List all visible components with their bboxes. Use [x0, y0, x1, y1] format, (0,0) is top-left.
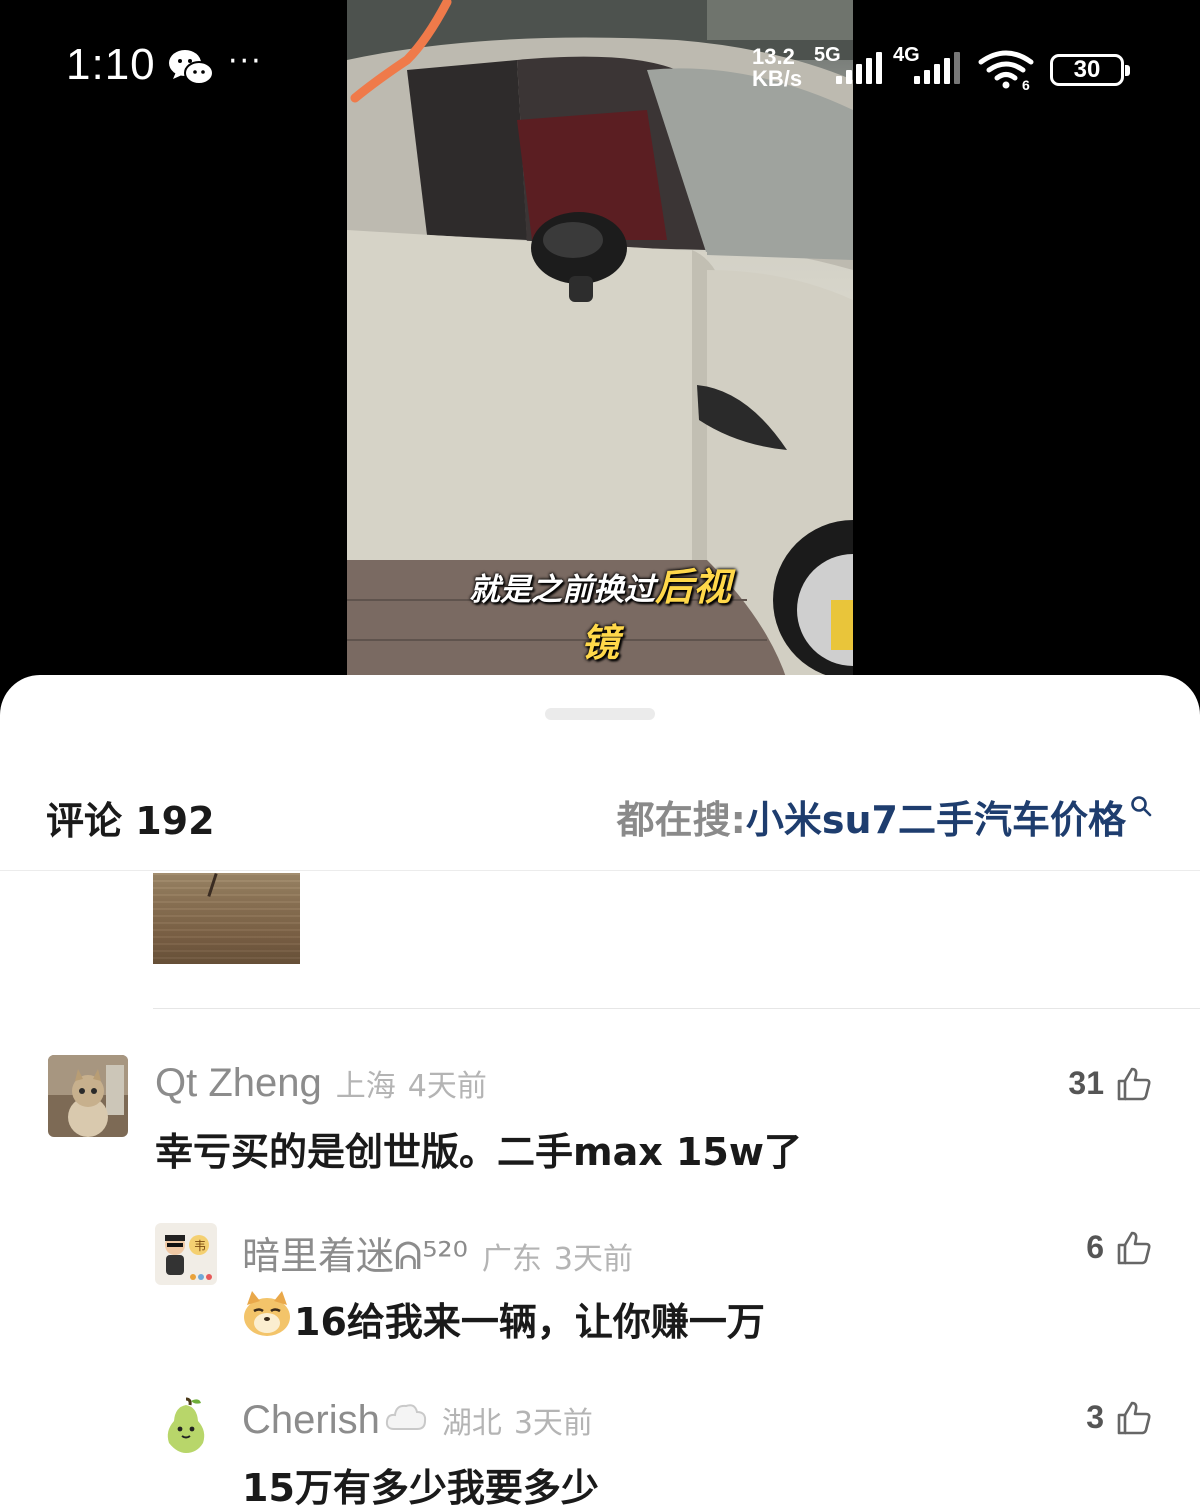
status-more-icon: ···: [228, 44, 263, 79]
wifi-icon: 6: [978, 50, 1034, 90]
comment-divider: [153, 1008, 1200, 1009]
comment-header: 评论 192 都在搜: 小米su7二手汽车价格: [0, 765, 1200, 871]
wifi-badge: 6: [1022, 77, 1030, 90]
comment-meta: 暗里着迷ᕱ⁵²⁰ 广东 3天前: [242, 1225, 633, 1280]
thumbs-up-icon: [1117, 1401, 1151, 1434]
cartoon-avatar-image: 韦: [155, 1223, 217, 1285]
video-caption-line1: 就是之前换过后视: [347, 556, 853, 611]
comment-time: 3天前: [553, 1242, 633, 1277]
image-detail: [207, 873, 218, 897]
cat-avatar-image: [48, 1055, 128, 1137]
search-suggestion[interactable]: 都在搜: 小米su7二手汽车价格: [617, 789, 1152, 844]
comment-meta: Cherish 湖北 3天前: [242, 1395, 593, 1443]
signal-4g-icon: [914, 52, 960, 84]
comment-image-thumbnail[interactable]: [153, 873, 300, 964]
like-count: 6: [1086, 1229, 1104, 1265]
search-prefix: 都在搜:: [616, 798, 746, 842]
commenter-location: 广东: [481, 1242, 542, 1277]
like-button[interactable]: 6: [1086, 1229, 1152, 1266]
comment-text[interactable]: 15万有多少我要多少: [242, 1457, 599, 1509]
network-speed: 13.2 KB/s: [752, 46, 802, 90]
avatar[interactable]: [48, 1055, 128, 1137]
comment-count: 评论 192: [46, 799, 215, 843]
caption-text: 就是之前换过: [468, 572, 655, 608]
like-count: 31: [1068, 1065, 1104, 1101]
avatar[interactable]: 韦: [155, 1223, 217, 1285]
comment-sheet: 评论 192 都在搜: 小米su7二手汽车价格 Qt Zheng 上海 4天前 …: [0, 675, 1200, 1509]
status-bar: 1:10 ··· 13.2 KB/s 5G 4G 6 30: [0, 0, 1200, 130]
video-caption-line2: 镜: [580, 621, 619, 665]
commenter-name[interactable]: 暗里着迷ᕱ⁵²⁰: [242, 1225, 468, 1280]
comment-time: 3天前: [513, 1406, 593, 1441]
pear-avatar-image: [155, 1393, 217, 1455]
sheet-drag-handle[interactable]: [545, 708, 655, 720]
comment-meta: Qt Zheng 上海 4天前: [155, 1061, 487, 1106]
status-time: 1:10: [66, 40, 156, 89]
search-icon[interactable]: [1130, 795, 1152, 817]
network-speed-unit: KB/s: [752, 66, 803, 91]
like-count: 3: [1086, 1399, 1104, 1435]
search-term-link[interactable]: 小米su7二手汽车价格: [746, 789, 1126, 844]
svg-text:韦: 韦: [194, 1239, 206, 1253]
cloud-icon: [385, 1404, 426, 1430]
thumbs-up-icon: [1117, 1231, 1151, 1264]
commenter-location: 上海: [335, 1069, 396, 1104]
thumbs-up-icon: [1117, 1067, 1151, 1100]
signal-5g-icon: [836, 52, 882, 84]
comment-time: 4天前: [407, 1069, 487, 1104]
battery-level: 30: [1073, 56, 1101, 83]
commenter-location: 湖北: [441, 1406, 502, 1441]
caption-highlight: 后视: [654, 565, 731, 609]
like-button[interactable]: 3: [1086, 1399, 1152, 1436]
doge-emoji-icon: [244, 1291, 290, 1336]
comment-text[interactable]: 幸亏买的是创世版。二手max 15w了: [155, 1121, 802, 1176]
battery-icon: 30: [1050, 54, 1130, 86]
network-speed-value: 13.2: [752, 44, 795, 69]
avatar[interactable]: [155, 1393, 217, 1455]
commenter-name[interactable]: Cherish: [242, 1398, 380, 1443]
like-button[interactable]: 31: [1068, 1065, 1152, 1102]
wechat-icon: [169, 50, 214, 85]
comment-text[interactable]: 16给我来一辆，让你赚一万: [294, 1291, 765, 1346]
commenter-name[interactable]: Qt Zheng: [155, 1061, 322, 1106]
